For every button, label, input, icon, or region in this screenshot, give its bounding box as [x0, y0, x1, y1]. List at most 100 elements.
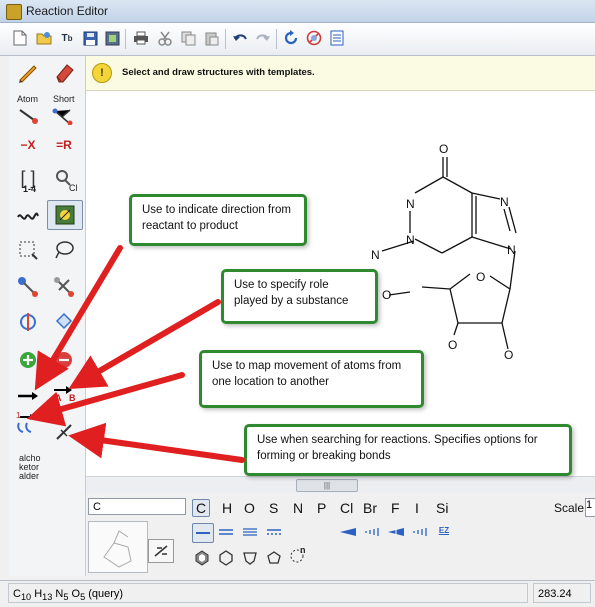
chain-tool-icon[interactable] [11, 272, 45, 300]
save-icon[interactable] [80, 28, 100, 48]
formula-count: 13 [42, 592, 53, 603]
undo-icon[interactable] [230, 28, 250, 48]
shortcut-tool-icon[interactable] [47, 102, 81, 130]
paste-icon[interactable] [201, 28, 221, 48]
toolbar-separator [225, 29, 226, 49]
chlorine-label: Cl [69, 183, 78, 193]
atom-oxygen-2prime: O [448, 338, 457, 352]
eraser-tool-icon[interactable] [47, 58, 81, 86]
cyclohexane-template-icon[interactable] [192, 549, 212, 567]
template-preview [88, 521, 148, 573]
remove-charge-icon[interactable] [47, 346, 81, 374]
open-folder-icon[interactable] [34, 28, 54, 48]
callout-search: Use when searching for reactions. Specif… [244, 424, 572, 476]
element-bromine[interactable]: Br [363, 500, 377, 516]
scale-input[interactable]: 1 [585, 498, 595, 517]
role-label-b: B [69, 393, 76, 403]
atom-oxygen-carbonyl: O [439, 142, 448, 156]
print-icon[interactable] [131, 28, 151, 48]
copy-icon[interactable] [178, 28, 198, 48]
element-silicon[interactable]: Si [436, 500, 448, 516]
molecular-formula: C10 H13 N5 O5 (query) [8, 583, 528, 603]
callout-map: Use to map movement of atoms from one lo… [199, 350, 424, 408]
bond-chain-tool-icon[interactable] [47, 272, 81, 300]
triple-bond-button[interactable] [240, 523, 260, 541]
atom-nitrogen-3: N [406, 233, 415, 247]
element-sulfur[interactable]: S [269, 500, 278, 516]
atom-nitrogen-7: N [500, 195, 509, 209]
cup-template-icon[interactable] [240, 549, 260, 567]
text-to-structure-icon[interactable]: Tb [57, 28, 77, 48]
ez-bond-button[interactable]: EZ [434, 521, 454, 539]
formula-count: 5 [63, 592, 69, 603]
clear-icon[interactable] [304, 28, 324, 48]
delete-atom-tool[interactable]: −X [11, 131, 45, 159]
scale-label: Scale [554, 501, 585, 515]
properties-icon[interactable] [327, 28, 347, 48]
atom-nitrogen-9: N [507, 243, 516, 257]
formula-element: H [34, 588, 43, 600]
hash-up-bond-button[interactable] [410, 523, 430, 541]
wedge-bond-button[interactable] [338, 523, 358, 541]
callout-role: Use to specify role played by a substanc… [221, 269, 378, 324]
wedge-up-bond-button[interactable] [386, 523, 406, 541]
atom-oxygen-3prime: O [504, 348, 513, 362]
charge-tool-icon[interactable] [11, 308, 45, 336]
clean-structure-icon[interactable] [148, 539, 174, 563]
atom-nitrogen-1: N [406, 197, 415, 211]
refresh-icon[interactable] [281, 28, 301, 48]
molecular-weight: 283.24 [533, 583, 591, 603]
hash-bond-button[interactable] [362, 523, 382, 541]
atom-symbol-input[interactable] [88, 498, 186, 515]
pentagon-template-icon[interactable] [264, 549, 284, 567]
pencil-tool-icon[interactable] [11, 58, 45, 86]
reaction-names-list: alcho ketor alder [19, 454, 41, 481]
app-icon [6, 4, 22, 20]
scrollbar-thumb[interactable]: ||| [296, 479, 358, 492]
single-bond-button[interactable] [192, 523, 214, 543]
bond-forming-breaking-icon[interactable] [47, 418, 81, 446]
formula-query-suffix: (query) [88, 588, 124, 600]
formula-count: 5 [80, 592, 86, 603]
bond-lines [381, 157, 517, 350]
template-tool-icon[interactable] [47, 200, 83, 230]
element-oxygen[interactable]: O [244, 500, 255, 516]
wavy-bond-tool-icon[interactable] [11, 202, 45, 230]
element-iodine[interactable]: I [415, 500, 419, 516]
reaction-arrow-icon[interactable] [11, 382, 45, 410]
redo-icon[interactable] [253, 28, 273, 48]
lightbulb-icon: ! [92, 63, 112, 83]
rectangle-select-icon[interactable] [11, 236, 45, 264]
lasso-select-icon[interactable] [47, 236, 81, 264]
main-toolbar: Tb [0, 23, 595, 56]
save-image-icon[interactable] [102, 28, 122, 48]
element-hydrogen[interactable]: H [222, 500, 232, 516]
atom-map-icon[interactable]: 1 [11, 408, 45, 436]
replace-r-group-tool[interactable]: =R [47, 131, 81, 159]
atom-oxygen-5prime: O [382, 288, 391, 302]
new-document-icon[interactable] [10, 28, 30, 48]
cut-icon[interactable] [155, 28, 175, 48]
role-label-a: A [55, 393, 62, 403]
radical-tool-icon[interactable] [47, 308, 81, 336]
element-phosphorus[interactable]: P [317, 500, 326, 516]
bracket-range-label: 1-4 [23, 184, 37, 194]
atom-ring-oxygen: O [476, 270, 485, 284]
hexagon-template-icon[interactable] [216, 549, 236, 567]
reaction-name: alder [19, 471, 40, 481]
element-chlorine[interactable]: Cl [340, 500, 353, 516]
atom-amine-nitrogen: N [371, 248, 380, 262]
repeat-unit-label: n [300, 545, 306, 555]
horizontal-scrollbar[interactable]: ||| [86, 476, 595, 493]
hint-text: Select and draw structures with template… [122, 67, 315, 78]
element-fluorine[interactable]: F [391, 500, 400, 516]
aromatic-bond-button[interactable] [264, 523, 284, 541]
add-charge-icon[interactable] [11, 346, 45, 374]
element-carbon[interactable]: C [192, 499, 211, 517]
atom-tool-icon[interactable] [11, 102, 45, 130]
formula-element: O [71, 588, 81, 600]
double-bond-button[interactable] [216, 523, 236, 541]
toolbar-separator [276, 29, 277, 49]
bottom-panel: C H O S N P Cl Br F I Si Scale 1 EZ [86, 493, 595, 579]
element-nitrogen[interactable]: N [293, 500, 303, 516]
